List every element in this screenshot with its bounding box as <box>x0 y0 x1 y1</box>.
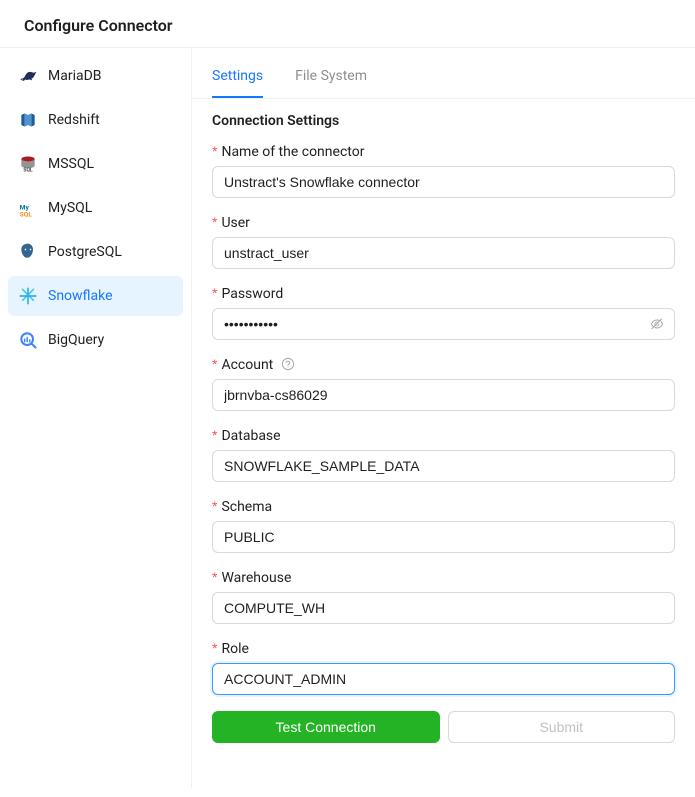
label-name: *Name of the connector <box>212 143 675 160</box>
input-user[interactable] <box>212 237 675 269</box>
label-schema: *Schema <box>212 498 675 515</box>
postgresql-icon <box>18 242 38 262</box>
sidebar-item-postgresql[interactable]: PostgreSQL <box>8 232 183 272</box>
sidebar-item-mssql[interactable]: SQL MSSQL <box>8 144 183 184</box>
main-panel: Settings File System Connection Settings… <box>192 48 695 788</box>
label-password: *Password <box>212 285 675 302</box>
sidebar-item-redshift[interactable]: Redshift <box>8 100 183 140</box>
bigquery-icon <box>18 330 38 350</box>
required-mark: * <box>212 427 217 443</box>
label-user: *User <box>212 214 675 231</box>
input-name[interactable] <box>212 166 675 198</box>
input-account[interactable] <box>212 379 675 411</box>
svg-text:SQL: SQL <box>23 168 33 174</box>
snowflake-icon <box>18 286 38 306</box>
section-title: Connection Settings <box>212 113 675 129</box>
required-mark: * <box>212 356 217 372</box>
field-user: *User <box>212 214 675 269</box>
modal-title: Configure Connector <box>24 16 671 35</box>
required-mark: * <box>212 498 217 514</box>
input-role[interactable] <box>212 663 675 695</box>
tabs: Settings File System <box>192 56 695 99</box>
sidebar-item-label: MySQL <box>48 200 92 216</box>
mysql-icon: MySQL <box>18 198 38 218</box>
field-schema: *Schema <box>212 498 675 553</box>
field-password: *Password <box>212 285 675 340</box>
sidebar-item-label: BigQuery <box>48 332 104 348</box>
svg-text:SQL: SQL <box>20 210 33 218</box>
button-row: Test Connection Submit <box>212 711 675 743</box>
required-mark: * <box>212 214 217 230</box>
sidebar-item-bigquery[interactable]: BigQuery <box>8 320 183 360</box>
label-database: *Database <box>212 427 675 444</box>
sidebar-item-mysql[interactable]: MySQL MySQL <box>8 188 183 228</box>
input-database[interactable] <box>212 450 675 482</box>
sidebar-item-label: MSSQL <box>48 156 94 172</box>
input-schema[interactable] <box>212 521 675 553</box>
required-mark: * <box>212 285 217 301</box>
field-account: *Account <box>212 356 675 411</box>
mssql-icon: SQL <box>18 154 38 174</box>
label-account: *Account <box>212 356 675 373</box>
sidebar-item-mariadb[interactable]: MariaDB <box>8 56 183 96</box>
field-role: *Role <box>212 640 675 695</box>
form-area: Connection Settings *Name of the connect… <box>192 99 695 763</box>
connector-sidebar: MariaDB Redshift SQL MSSQL MySQL MySQL <box>0 48 192 788</box>
input-password[interactable] <box>212 308 675 340</box>
sidebar-item-label: Snowflake <box>48 288 113 304</box>
required-mark: * <box>212 143 217 159</box>
label-role: *Role <box>212 640 675 657</box>
eye-invisible-icon[interactable] <box>650 317 664 331</box>
modal-header: Configure Connector <box>0 0 695 47</box>
sidebar-item-label: MariaDB <box>48 68 102 84</box>
redshift-icon <box>18 110 38 130</box>
password-wrapper <box>212 308 675 340</box>
tab-file-system[interactable]: File System <box>295 56 367 98</box>
modal-body: MariaDB Redshift SQL MSSQL MySQL MySQL <box>0 47 695 788</box>
sidebar-item-label: PostgreSQL <box>48 244 122 260</box>
sidebar-item-snowflake[interactable]: Snowflake <box>8 276 183 316</box>
submit-button[interactable]: Submit <box>448 711 676 743</box>
tab-settings[interactable]: Settings <box>212 56 263 98</box>
sidebar-item-label: Redshift <box>48 112 100 128</box>
field-warehouse: *Warehouse <box>212 569 675 624</box>
help-icon[interactable] <box>281 357 295 371</box>
mariadb-icon <box>18 66 38 86</box>
field-database: *Database <box>212 427 675 482</box>
required-mark: * <box>212 640 217 656</box>
required-mark: * <box>212 569 217 585</box>
input-warehouse[interactable] <box>212 592 675 624</box>
configure-connector-modal: Configure Connector MariaDB Redshift SQL <box>0 0 695 788</box>
label-warehouse: *Warehouse <box>212 569 675 586</box>
field-name: *Name of the connector <box>212 143 675 198</box>
test-connection-button[interactable]: Test Connection <box>212 711 440 743</box>
